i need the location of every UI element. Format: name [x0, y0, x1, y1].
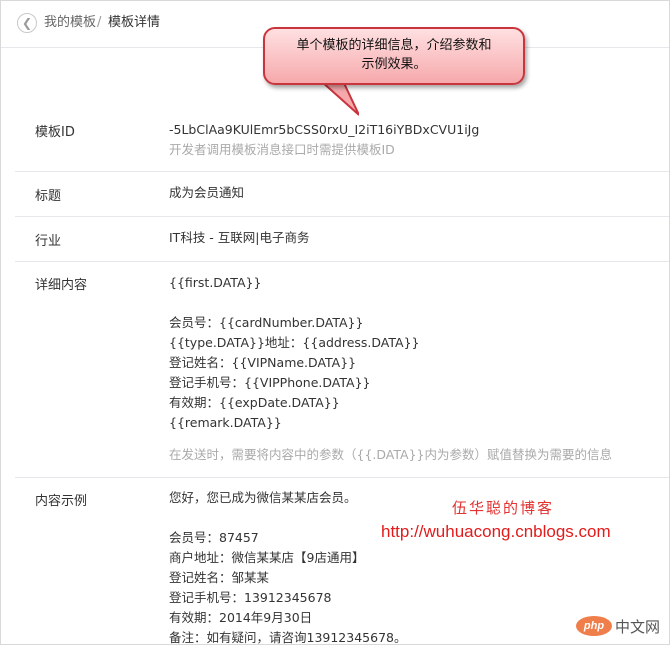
example-line: 商户地址：微信某某店【9店通用】 — [169, 550, 365, 565]
php-logo-icon: php — [576, 616, 612, 636]
callout-annotation: 单个模板的详细信息，介绍参数和 示例效果。 — [263, 27, 525, 85]
php-cn-badge: php 中文网 — [576, 613, 662, 639]
example-line: 会员号：87457 — [169, 530, 259, 545]
template-id-label: 模板ID — [35, 125, 75, 140]
content-line: 登记手机号：{{VIPPhone.DATA}} — [169, 375, 371, 390]
content-block: {{first.DATA}} 会员号：{{cardNumber.DATA}} {… — [169, 273, 612, 465]
callout-line-2: 示例效果。 — [361, 57, 427, 72]
content-line: 会员号：{{cardNumber.DATA}} — [169, 315, 364, 330]
content-label: 详细内容 — [35, 278, 88, 293]
breadcrumb-separator: / — [97, 15, 102, 30]
content-line: 登记姓名：{{VIPName.DATA}} — [169, 355, 357, 370]
industry-label: 行业 — [35, 234, 62, 249]
callout-line-1: 单个模板的详细信息，介绍参数和 — [296, 38, 492, 53]
row-divider — [15, 216, 669, 217]
content-line: {{type.DATA}}地址：{{address.DATA}} — [169, 335, 420, 350]
watermark-blog-url: http://wuhuacong.cnblogs.com — [381, 522, 611, 541]
example-first-line: 您好，您已成为微信某某店会员。 — [169, 490, 357, 505]
title-value: 成为会员通知 — [169, 185, 245, 200]
row-divider — [15, 171, 669, 172]
example-line: 登记姓名：邹某某 — [169, 570, 270, 585]
callout-pointer — [319, 81, 359, 116]
row-divider — [15, 261, 669, 262]
breadcrumb-my-templates[interactable]: 我的模板 — [44, 15, 96, 31]
content-line: {{remark.DATA}} — [169, 415, 282, 430]
watermark-blog-name: 伍华聪的博客 — [452, 499, 555, 517]
template-id-value: -5LbClAa9KUlEmr5bCSS0rxU_I2iT16iYBDxCVU1… — [169, 122, 480, 137]
example-line: 备注：如有疑问，请咨询13912345678。 — [169, 630, 407, 645]
chevron-left-icon[interactable]: ❮ — [17, 13, 37, 33]
example-line: 有效期：2014年9月30日 — [169, 610, 313, 625]
breadcrumb-current: 模板详情 — [108, 15, 161, 30]
php-badge-text: 中文网 — [615, 617, 661, 636]
template-id-note: 开发者调用模板消息接口时需提供模板ID — [169, 142, 395, 157]
industry-value: IT科技 - 互联网|电子商务 — [169, 230, 310, 245]
template-detail-page: ❮ 我的模板 / 模板详情 单个模板的详细信息，介绍参数和 示例效果。 模板ID… — [0, 0, 670, 645]
row-divider — [15, 477, 669, 478]
content-line: 有效期：{{expDate.DATA}} — [169, 395, 340, 410]
example-line: 登记手机号：13912345678 — [169, 590, 332, 605]
content-note: 在发送时，需要将内容中的参数（{{.DATA}}内为参数）赋值替换为需要的信息 — [169, 447, 612, 462]
content-first-line: {{first.DATA}} — [169, 275, 262, 290]
example-label: 内容示例 — [35, 494, 88, 509]
title-label: 标题 — [35, 189, 62, 204]
example-block: 您好，您已成为微信某某店会员。 会员号：87457 商户地址：微信某某店【9店通… — [169, 488, 407, 645]
template-id-block: -5LbClAa9KUlEmr5bCSS0rxU_I2iT16iYBDxCVU1… — [169, 120, 479, 160]
